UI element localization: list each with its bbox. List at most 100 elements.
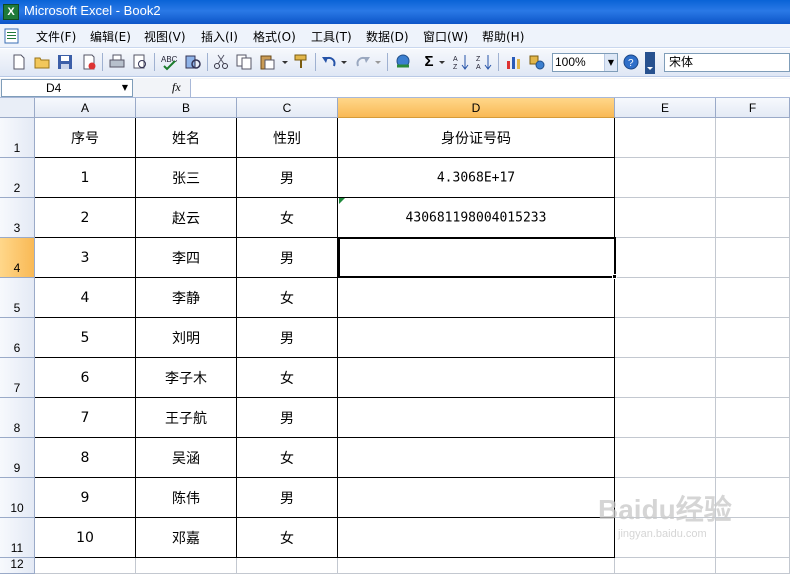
cut-icon[interactable] xyxy=(212,53,230,71)
cell[interactable] xyxy=(615,158,716,198)
cell[interactable]: 4.3068E+17 xyxy=(338,158,615,198)
cell[interactable] xyxy=(716,438,790,478)
cell[interactable]: 7 xyxy=(35,398,136,438)
cell[interactable]: 430681198004015233 xyxy=(338,198,615,238)
chevron-down-icon[interactable]: ▼ xyxy=(604,54,617,71)
cell[interactable]: 女 xyxy=(237,278,338,318)
select-all-corner[interactable] xyxy=(0,98,35,118)
cell[interactable]: 10 xyxy=(35,518,136,558)
cell[interactable] xyxy=(237,558,338,574)
cell[interactable]: 4 xyxy=(35,278,136,318)
help-icon[interactable]: ? xyxy=(622,53,640,71)
row-header[interactable]: 12 xyxy=(0,557,35,574)
drawing-icon[interactable] xyxy=(528,53,546,71)
cell[interactable]: 男 xyxy=(237,318,338,358)
cell[interactable] xyxy=(615,438,716,478)
cell[interactable] xyxy=(716,358,790,398)
row-header[interactable]: 6 xyxy=(0,318,35,358)
new-icon[interactable] xyxy=(10,53,28,71)
paste-icon[interactable] xyxy=(258,53,276,71)
formula-input[interactable] xyxy=(190,79,790,97)
autosum-dropdown-icon[interactable] xyxy=(438,53,446,71)
menu-data[interactable]: 数据(D) xyxy=(366,28,409,45)
copy-icon[interactable] xyxy=(235,53,253,71)
cell[interactable] xyxy=(716,118,790,158)
cell[interactable]: 5 xyxy=(35,318,136,358)
column-header-d[interactable]: D xyxy=(338,98,615,118)
cell[interactable]: 姓名 xyxy=(136,118,237,158)
cell[interactable]: 9 xyxy=(35,478,136,518)
paste-dropdown-icon[interactable] xyxy=(281,53,289,71)
cell[interactable] xyxy=(615,558,716,574)
cell[interactable] xyxy=(716,158,790,198)
row-header[interactable]: 7 xyxy=(0,358,35,398)
sort-descending-icon[interactable]: ZA xyxy=(475,53,493,71)
menu-help[interactable]: 帮助(H) xyxy=(482,28,524,45)
save-icon[interactable] xyxy=(56,53,74,71)
menu-tools[interactable]: 工具(T) xyxy=(311,28,352,45)
menu-file[interactable]: 文件(F) xyxy=(36,28,76,45)
name-box[interactable]: D4 xyxy=(1,79,133,97)
cell[interactable]: 6 xyxy=(35,358,136,398)
column-header-f[interactable]: F xyxy=(716,98,790,118)
cell[interactable]: 男 xyxy=(237,478,338,518)
cell[interactable]: 张三 xyxy=(136,158,237,198)
column-header-c[interactable]: C xyxy=(237,98,338,118)
chevron-down-icon[interactable]: ▼ xyxy=(118,80,132,96)
fill-handle[interactable] xyxy=(612,274,617,279)
cell[interactable]: 8 xyxy=(35,438,136,478)
cell[interactable]: 身份证号码 xyxy=(338,118,615,158)
permission-icon[interactable] xyxy=(80,53,98,71)
cell[interactable] xyxy=(615,118,716,158)
insert-function-button[interactable]: fx xyxy=(172,80,181,95)
cell[interactable] xyxy=(716,238,790,278)
chart-wizard-icon[interactable] xyxy=(505,53,523,71)
row-header[interactable]: 8 xyxy=(0,398,35,438)
cell[interactable] xyxy=(716,278,790,318)
cell[interactable] xyxy=(716,198,790,238)
spelling-icon[interactable]: ABC xyxy=(160,53,178,71)
menu-edit[interactable]: 编辑(E) xyxy=(90,28,131,45)
cell[interactable] xyxy=(716,398,790,438)
cell[interactable] xyxy=(716,318,790,358)
column-header-a[interactable]: A xyxy=(35,98,136,118)
menu-view[interactable]: 视图(V) xyxy=(144,28,186,45)
cell[interactable] xyxy=(338,318,615,358)
row-header[interactable]: 9 xyxy=(0,438,35,478)
row-header[interactable]: 11 xyxy=(0,518,35,558)
cell[interactable] xyxy=(338,358,615,398)
cell[interactable] xyxy=(338,518,615,558)
cell[interactable]: 序号 xyxy=(35,118,136,158)
cell[interactable] xyxy=(338,278,615,318)
format-painter-icon[interactable] xyxy=(292,53,310,71)
cell[interactable] xyxy=(615,358,716,398)
autosum-icon[interactable]: Σ xyxy=(420,53,438,71)
cell[interactable] xyxy=(136,558,237,574)
cell[interactable]: 赵云 xyxy=(136,198,237,238)
cell[interactable] xyxy=(615,198,716,238)
cell[interactable] xyxy=(615,318,716,358)
font-name-select[interactable]: 宋体 xyxy=(664,53,790,72)
column-header-e[interactable]: E xyxy=(615,98,716,118)
undo-icon[interactable] xyxy=(320,53,338,71)
row-header[interactable]: 3 xyxy=(0,198,35,238)
excel-app-icon[interactable]: X xyxy=(3,4,19,20)
row-header[interactable]: 5 xyxy=(0,278,35,318)
cell[interactable]: 1 xyxy=(35,158,136,198)
cell[interactable]: 邓嘉 xyxy=(136,518,237,558)
cell[interactable]: 王子航 xyxy=(136,398,237,438)
cell[interactable]: 男 xyxy=(237,158,338,198)
cell[interactable]: 男 xyxy=(237,238,338,278)
row-header[interactable]: 1 xyxy=(0,118,35,158)
menu-insert[interactable]: 插入(I) xyxy=(201,28,238,45)
cell[interactable]: 男 xyxy=(237,398,338,438)
cell[interactable]: 李子木 xyxy=(136,358,237,398)
cell[interactable] xyxy=(338,438,615,478)
cell[interactable]: 女 xyxy=(237,198,338,238)
research-icon[interactable] xyxy=(184,53,202,71)
cell[interactable] xyxy=(615,238,716,278)
cell[interactable]: 吴涵 xyxy=(136,438,237,478)
menu-format[interactable]: 格式(O) xyxy=(253,28,296,45)
cell[interactable]: 李四 xyxy=(136,238,237,278)
cell[interactable] xyxy=(338,478,615,518)
